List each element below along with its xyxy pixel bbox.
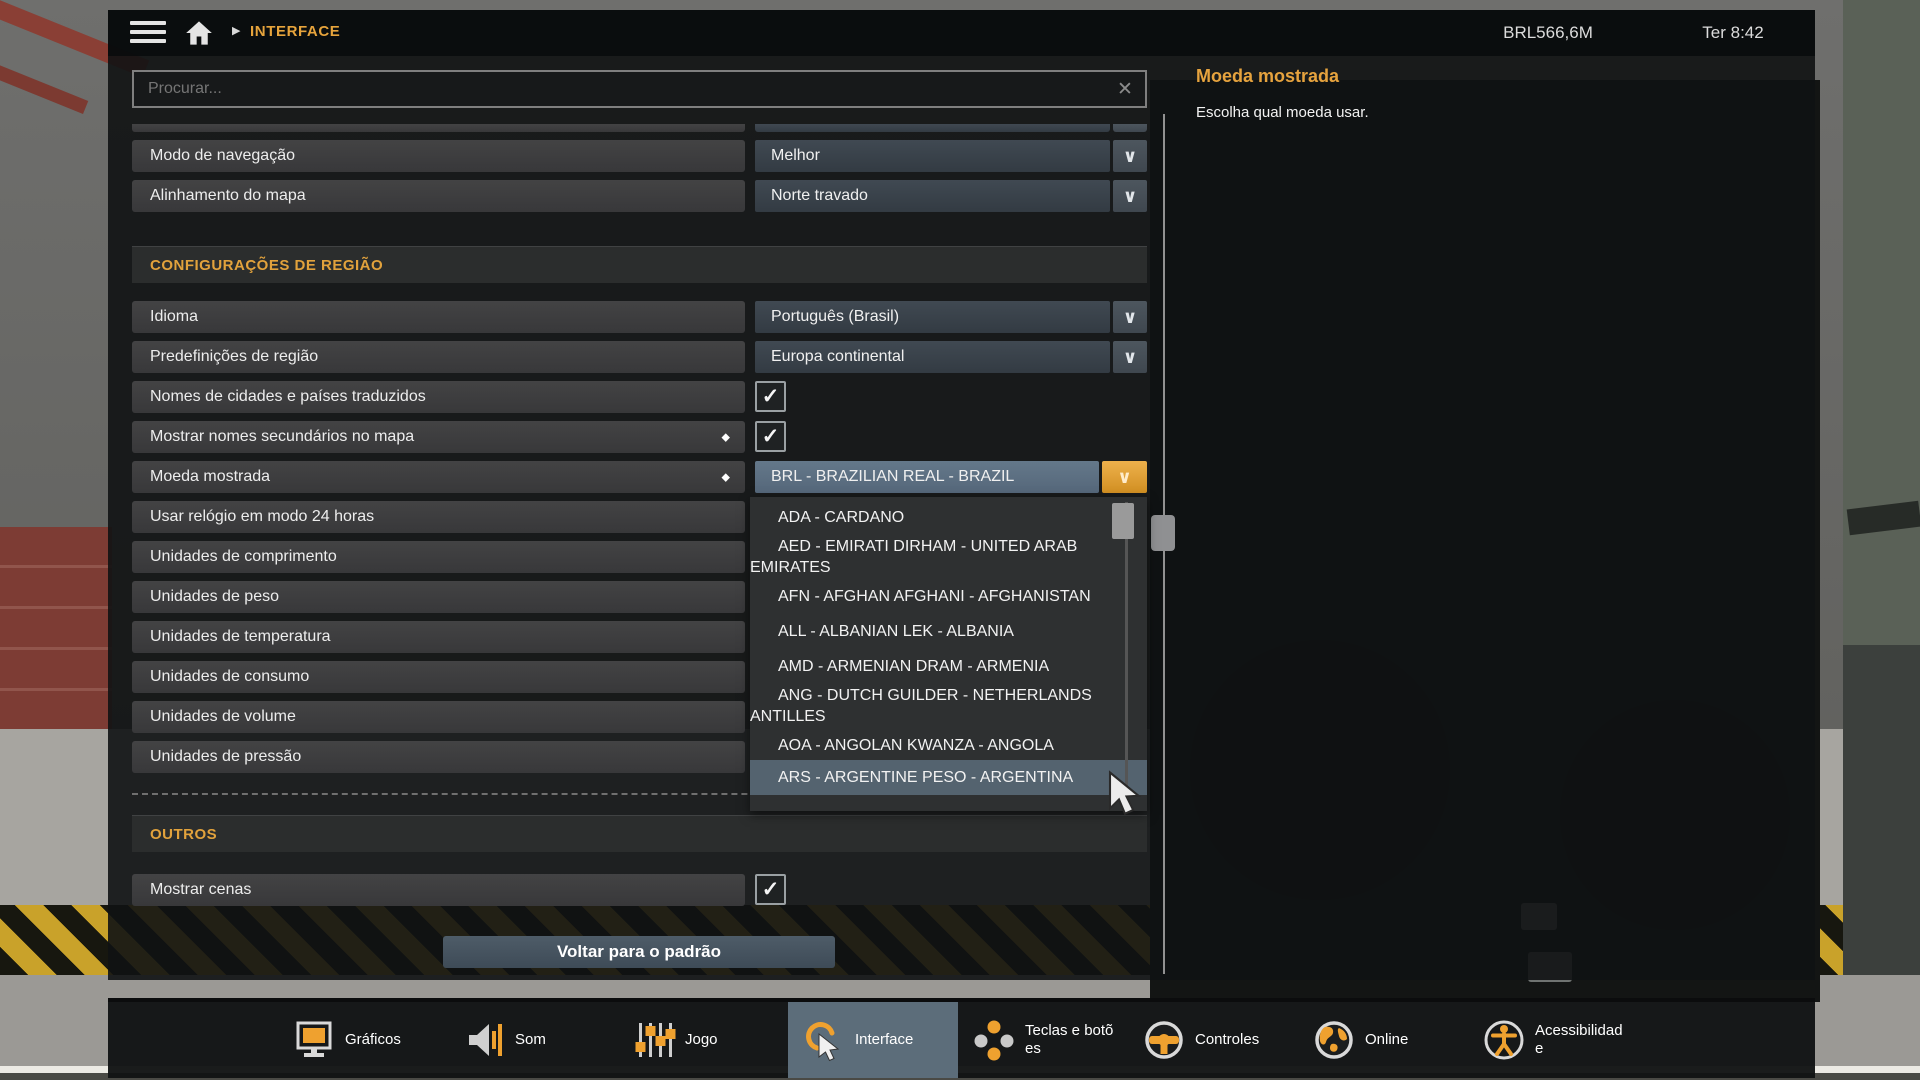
tab-label: Jogo	[685, 1031, 777, 1049]
home-icon[interactable]	[184, 19, 214, 47]
tab-label: Som	[515, 1031, 607, 1049]
checkbox-checked[interactable]: ✓	[755, 874, 786, 905]
tab-label: Controles	[1195, 1031, 1287, 1049]
setting-label: Moeda mostrada	[150, 468, 270, 486]
currency-option[interactable]: ALL - ALBANIAN LEK - ALBANIA	[750, 617, 1147, 646]
chevron-down-icon[interactable]: ∨	[1113, 140, 1147, 172]
section-header-other: OUTROS	[132, 815, 1147, 852]
dropdown-scrollbar-thumb[interactable]	[1112, 503, 1134, 539]
settings-tab-bar: Gráficos Som	[108, 998, 1815, 1078]
chevron-down-icon[interactable]: ∨	[1102, 461, 1147, 493]
setting-row-language: Idioma Português (Brasil) ∨	[132, 301, 1147, 333]
modified-diamond-icon: ◆	[722, 471, 730, 484]
speaker-icon	[462, 1018, 506, 1062]
currency-option[interactable]: ADA - CARDANO	[750, 503, 1147, 532]
setting-label: Nomes de cidades e países traduzidos	[150, 388, 426, 406]
setting-row-translated-names: Nomes de cidades e países traduzidos ✓	[132, 381, 1147, 413]
tab-interface-active[interactable]: Interface	[788, 1002, 958, 1078]
game-time: Ter 8:42	[1678, 10, 1788, 56]
tab-accessibility[interactable]: Acessibilidade	[1468, 1002, 1638, 1078]
chevron-down-icon[interactable]: ∨	[1113, 180, 1147, 212]
breadcrumb: INTERFACE	[250, 23, 340, 40]
menu-icon[interactable]	[130, 21, 166, 45]
currency-option[interactable]: ANG - DUTCH GUILDER - NETHERLANDS ANTILL…	[750, 681, 1147, 731]
chevron-down-icon[interactable]: ∨	[1113, 341, 1147, 373]
red-wall-panel	[0, 527, 112, 729]
help-description: Escolha qual moeda usar.	[1196, 104, 1369, 121]
accessibility-icon	[1482, 1018, 1526, 1062]
setting-label: Unidades de temperatura	[150, 628, 331, 646]
setting-label: Predefinições de região	[150, 348, 318, 366]
sliders-icon	[632, 1018, 676, 1062]
currency-option[interactable]: AFN - AFGHAN AFGHANI - AFGHANISTAN	[750, 582, 1147, 611]
currency-option-hovered[interactable]: ARS - ARGENTINE PESO - ARGENTINA	[750, 760, 1147, 795]
tab-label: Teclas e botões	[1025, 1022, 1117, 1058]
setting-label: Unidades de peso	[150, 588, 279, 606]
dropdown-scrollbar-track[interactable]	[1125, 502, 1128, 806]
tab-label: Gráficos	[345, 1031, 437, 1049]
setting-label: Alinhamento do mapa	[150, 187, 306, 205]
globe-icon	[1312, 1018, 1356, 1062]
garage-side-wall	[1843, 645, 1920, 975]
setting-label: Unidades de consumo	[150, 668, 309, 686]
tab-label: Online	[1365, 1031, 1457, 1049]
page-scrollbar-thumb[interactable]	[1151, 515, 1175, 551]
clear-search-icon[interactable]: ✕	[1105, 78, 1145, 101]
setting-label: Unidades de pressão	[150, 748, 301, 766]
settings-screen: ▶ INTERFACE BRL566,6M Ter 8:42 ✕ Modo de…	[0, 0, 1920, 1080]
setting-label: Mostrar cenas	[150, 881, 251, 899]
checkbox-checked[interactable]: ✓	[755, 421, 786, 452]
dropdown-value[interactable]: Europa continental	[755, 341, 1110, 373]
setting-label: Unidades de comprimento	[150, 548, 337, 566]
tab-label: Interface	[855, 1031, 947, 1049]
garage-side-wall	[1843, 0, 1920, 645]
setting-row-map-alignment: Alinhamento do mapa Norte travado ∨	[132, 180, 1147, 212]
buttons-icon	[972, 1018, 1016, 1062]
clipped-row	[132, 124, 1147, 132]
dropdown-value[interactable]: Melhor	[755, 140, 1110, 172]
modified-diamond-icon: ◆	[722, 431, 730, 444]
dropdown-value[interactable]: Norte travado	[755, 180, 1110, 212]
setting-label: Unidades de volume	[150, 708, 296, 726]
settings-panel: ▶ INTERFACE BRL566,6M Ter 8:42 ✕ Modo de…	[108, 10, 1815, 980]
cursor-icon	[802, 1018, 846, 1062]
tab-online[interactable]: Online	[1298, 1002, 1468, 1078]
setting-label: Mostrar nomes secundários no mapa	[150, 428, 414, 446]
setting-row-secondary-names: Mostrar nomes secundários no mapa ◆ ✓	[132, 421, 1147, 453]
setting-row-navigation-mode: Modo de navegação Melhor ∨	[132, 140, 1147, 172]
tab-controls[interactable]: Controles	[1128, 1002, 1298, 1078]
currency-option[interactable]: AED - EMIRATI DIRHAM - UNITED ARAB EMIRA…	[750, 532, 1147, 582]
setting-row-displayed-currency: Moeda mostrada ◆ BRL - BRAZILIAN REAL - …	[132, 461, 1147, 493]
currency-option[interactable]: AOA - ANGOLAN KWANZA - ANGOLA	[750, 731, 1147, 760]
monitor-icon	[292, 1018, 336, 1062]
tab-game[interactable]: Jogo	[618, 1002, 788, 1078]
tab-sound[interactable]: Som	[448, 1002, 618, 1078]
setting-label: Usar relógio em modo 24 horas	[150, 508, 374, 526]
checkbox-checked[interactable]: ✓	[755, 381, 786, 412]
chevron-down-icon[interactable]: ∨	[1113, 301, 1147, 333]
search-bar: ✕	[132, 70, 1147, 108]
currency-dropdown-list: ADA - CARDANO AED - EMIRATI DIRHAM - UNI…	[750, 497, 1147, 811]
breadcrumb-arrow-icon: ▶	[232, 24, 240, 37]
mouse-cursor	[1098, 768, 1146, 816]
dropdown-value-open[interactable]: BRL - BRAZILIAN REAL - BRAZIL	[755, 461, 1099, 493]
tab-graphics[interactable]: Gráficos	[278, 1002, 448, 1078]
tab-keys-buttons[interactable]: Teclas e botões	[958, 1002, 1128, 1078]
money-balance: BRL566,6M	[1478, 10, 1618, 56]
setting-row-show-scenes: Mostrar cenas ✓	[132, 874, 1147, 906]
setting-label: Idioma	[150, 308, 198, 326]
tab-label: Acessibilidade	[1535, 1022, 1627, 1058]
setting-row-region-preset: Predefinições de região Europa continent…	[132, 341, 1147, 373]
setting-label: Modo de navegação	[150, 147, 295, 165]
steering-wheel-icon	[1142, 1018, 1186, 1062]
help-title: Moeda mostrada	[1196, 66, 1339, 87]
top-bar: ▶ INTERFACE BRL566,6M Ter 8:42	[108, 10, 1815, 56]
currency-option[interactable]: AMD - ARMENIAN DRAM - ARMENIA	[750, 652, 1147, 681]
section-header-region: CONFIGURAÇÕES DE REGIÃO	[132, 246, 1147, 283]
reset-to-default-button[interactable]: Voltar para o padrão	[443, 936, 835, 968]
dropdown-value[interactable]: Português (Brasil)	[755, 301, 1110, 333]
search-input[interactable]	[134, 79, 1105, 99]
